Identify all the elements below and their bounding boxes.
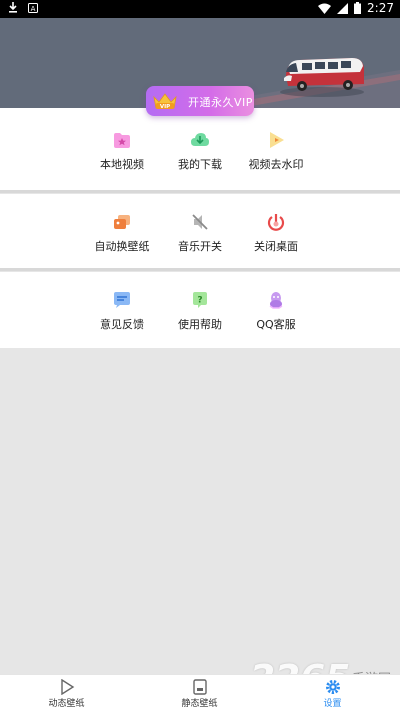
media-section: 本地视频 我的下载 视频去水印 — [0, 108, 400, 190]
feedback-label: 意见反馈 — [100, 318, 144, 331]
download-icon — [9, 2, 17, 13]
section-divider — [0, 268, 400, 271]
svg-text:A: A — [31, 5, 36, 13]
vip-badge-text: VIP — [160, 104, 170, 110]
close-desktop-label: 关闭桌面 — [254, 240, 298, 253]
wifi-icon — [318, 3, 332, 14]
close-desktop-item[interactable]: 关闭桌面 — [236, 212, 316, 254]
notification-a-icon: A — [28, 2, 38, 13]
music-toggle-label: 音乐开关 — [178, 240, 222, 253]
status-bar: A 2:27 — [0, 0, 400, 18]
my-downloads-item[interactable]: 我的下载 — [160, 130, 240, 172]
help-section: 意见反馈 ? 使用帮助 QQ客服 — [0, 272, 400, 348]
play-triangle-icon — [270, 132, 284, 148]
help-item[interactable]: ? 使用帮助 — [160, 290, 240, 332]
vip-button[interactable]: VIP 开通永久VIP — [146, 86, 254, 116]
svg-text:?: ? — [197, 296, 202, 306]
play-icon — [60, 679, 74, 695]
qq-service-label: QQ客服 — [256, 318, 296, 331]
feedback-item[interactable]: 意见反馈 — [82, 290, 162, 332]
tab-settings-label: 设置 — [323, 699, 342, 709]
vip-crown-icon: VIP — [153, 93, 177, 110]
local-video-item[interactable]: 本地视频 — [82, 130, 162, 172]
remove-watermark-label: 视频去水印 — [248, 158, 304, 171]
section-divider — [0, 190, 400, 193]
van-illustration — [280, 58, 364, 97]
help-bubble-icon: ? — [193, 292, 207, 308]
music-toggle-item[interactable]: 音乐开关 — [160, 212, 240, 254]
vip-button-label: 开通永久VIP — [188, 96, 253, 109]
tab-static-wallpaper[interactable]: 静态壁纸 — [133, 675, 266, 711]
remove-watermark-item[interactable]: 视频去水印 — [236, 130, 316, 172]
my-downloads-label: 我的下载 — [178, 158, 222, 171]
folder-star-icon — [114, 133, 130, 148]
help-label: 使用帮助 — [178, 318, 222, 331]
battery-icon — [354, 2, 362, 14]
cloud-download-icon — [191, 133, 209, 146]
image-swap-icon — [114, 215, 130, 229]
cell-signal-icon — [337, 2, 349, 14]
qq-service-item[interactable]: QQ客服 — [236, 290, 316, 332]
status-time: 2:27 — [367, 1, 394, 15]
power-icon — [267, 214, 285, 231]
local-video-label: 本地视频 — [100, 158, 144, 171]
tab-static-wallpaper-label: 静态壁纸 — [181, 699, 218, 709]
gear-icon — [325, 680, 340, 694]
qq-penguin-icon — [269, 292, 283, 309]
tab-live-wallpaper-label: 动态壁纸 — [48, 699, 85, 709]
auto-wallpaper-label: 自动换壁纸 — [94, 240, 150, 253]
picture-icon — [192, 679, 207, 695]
feedback-message-icon — [114, 292, 130, 308]
settings-section: 自动换壁纸 音乐开关 关闭桌面 — [0, 194, 400, 268]
tab-settings[interactable]: 设置 — [266, 675, 399, 711]
bottom-tab-bar: 动态壁纸 静态壁纸 设置 — [0, 674, 400, 711]
music-off-icon — [192, 214, 208, 230]
auto-wallpaper-item[interactable]: 自动换壁纸 — [82, 212, 162, 254]
tab-live-wallpaper[interactable]: 动态壁纸 — [0, 675, 133, 711]
